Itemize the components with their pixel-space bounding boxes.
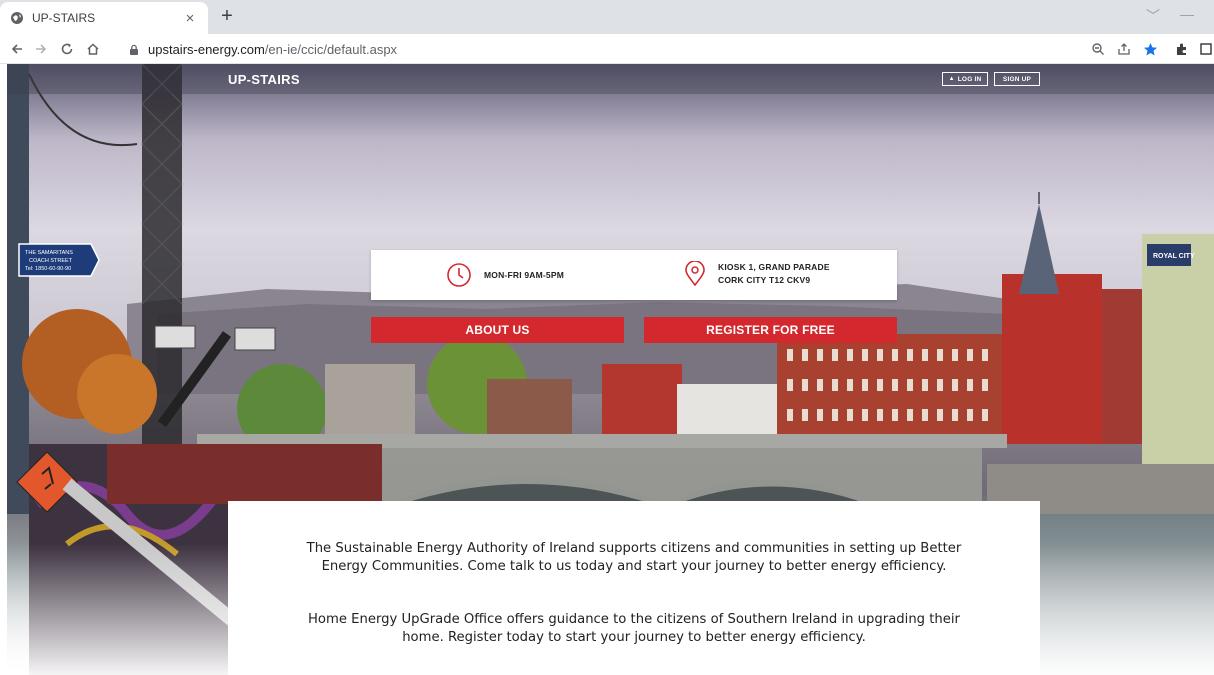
sign-line-2: COACH STREET (29, 258, 73, 264)
zoom-icon[interactable] (1090, 41, 1106, 57)
globe-icon (10, 11, 24, 25)
lock-icon (128, 43, 140, 55)
tab-title: UP-STAIRS (32, 11, 96, 25)
about-us-button[interactable]: ABOUT US (371, 317, 624, 343)
site-logo[interactable]: UP-STAIRS (228, 72, 300, 87)
info-card: MON-FRI 9AM-5PM KIOSK 1, GRAND PARADE CO… (371, 250, 897, 300)
home-icon[interactable] (82, 38, 104, 60)
reload-icon[interactable] (56, 38, 78, 60)
login-button[interactable]: ▲ LOG IN (942, 72, 988, 86)
login-label: LOG IN (957, 75, 982, 83)
back-icon[interactable] (6, 38, 28, 60)
bookmark-star-icon[interactable] (1142, 41, 1158, 57)
forward-icon[interactable] (30, 38, 52, 60)
share-icon[interactable] (1116, 41, 1132, 57)
new-tab-button[interactable]: + (216, 6, 238, 28)
url-host: upstairs-energy.com (148, 41, 265, 57)
intro-content-card: The Sustainable Energy Authority of Irel… (228, 501, 1040, 675)
address-bar[interactable]: upstairs-energy.com/en-ie/ccic/default.a… (120, 37, 1180, 61)
sign-line-1: THE SAMARITANS (25, 250, 73, 256)
sidepanel-icon[interactable] (1198, 41, 1214, 57)
browser-toolbar: upstairs-energy.com/en-ie/ccic/default.a… (0, 34, 1214, 64)
opening-hours: MON-FRI 9AM-5PM (446, 262, 564, 288)
hours-text: MON-FRI 9AM-5PM (484, 269, 564, 280)
location: KIOSK 1, GRAND PARADE CORK CITY T12 CKV9 (684, 260, 830, 287)
register-button[interactable]: REGISTER FOR FREE (644, 317, 897, 343)
tab-search-icon[interactable]: ﹀ (1146, 6, 1160, 26)
browser-tab-bar: UP-STAIRS × + ﹀ — (0, 0, 1214, 34)
location-pin-icon (684, 260, 706, 287)
intro-paragraph-2: Home Energy UpGrade Office offers guidan… (308, 612, 960, 645)
url-path: /en-ie/ccic/default.aspx (264, 41, 398, 57)
minimize-button[interactable]: — (1180, 6, 1194, 22)
intro-paragraph-1: The Sustainable Energy Authority of Irel… (306, 541, 962, 574)
page-viewport: THE SAMARITANS COACH STREET Tel: 1850-60… (7, 64, 1214, 675)
browser-tab[interactable]: UP-STAIRS × (0, 2, 208, 34)
extensions-icon[interactable] (1174, 41, 1190, 57)
address-line-2: CORK CITY T12 CKV9 (718, 275, 811, 285)
clock-icon (446, 262, 472, 288)
sign-line-3: Tel: 1850-60-90-90 (25, 266, 71, 272)
close-tab-icon[interactable]: × (182, 10, 198, 27)
address-line-1: KIOSK 1, GRAND PARADE (718, 262, 830, 272)
hotel-sign: ROYAL CITY (1153, 253, 1195, 260)
address-text: KIOSK 1, GRAND PARADE CORK CITY T12 CKV9 (718, 261, 830, 287)
user-icon: ▲ (948, 76, 955, 82)
signup-button[interactable]: SIGN UP (994, 72, 1040, 86)
